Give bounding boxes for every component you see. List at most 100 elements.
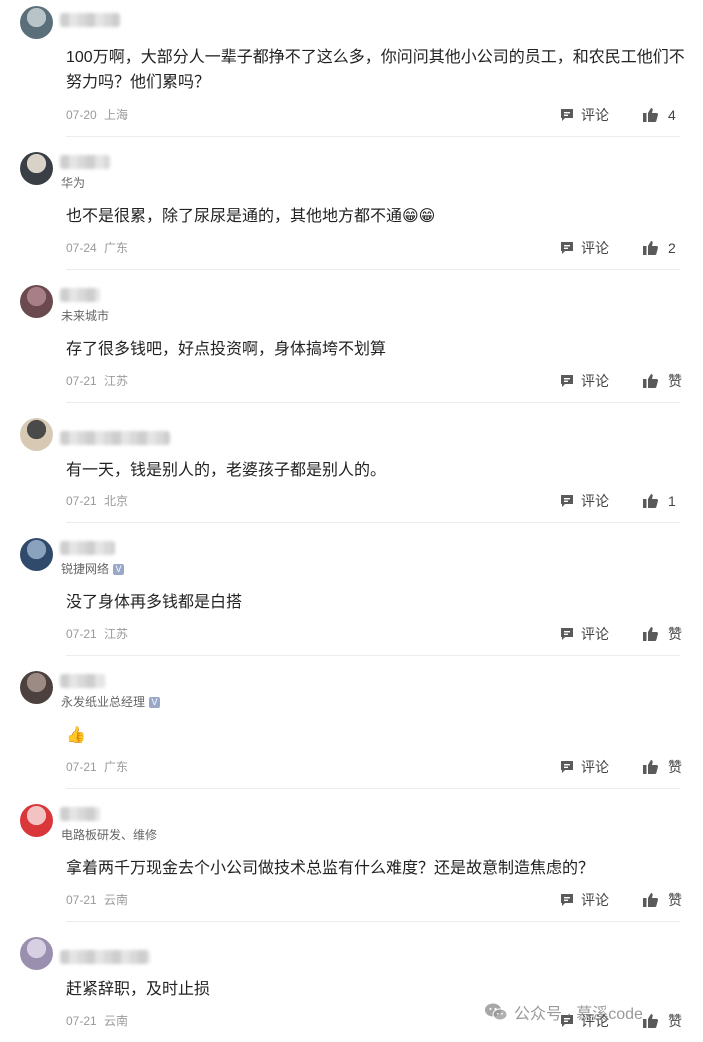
comment-meta: 07-20 上海 bbox=[66, 108, 128, 122]
reply-label: 评论 bbox=[581, 240, 609, 256]
comment-text: 有一天，钱是别人的，老婆孩子都是别人的。 bbox=[66, 462, 387, 479]
like-count: 赞 bbox=[668, 373, 682, 389]
comment-text: 也不是很累，除了尿尿是通的，其他地方都不通😁😁 bbox=[66, 208, 436, 225]
like-count: 1 bbox=[668, 493, 676, 509]
comment-location: 云南 bbox=[104, 1014, 129, 1028]
thumbs-up-icon bbox=[643, 241, 658, 255]
reply-button[interactable]: 评论 bbox=[559, 373, 609, 389]
username-blurred[interactable] bbox=[60, 541, 115, 555]
divider bbox=[66, 655, 680, 656]
like-button[interactable]: 赞 bbox=[642, 373, 682, 389]
avatar[interactable] bbox=[20, 937, 53, 970]
avatar[interactable] bbox=[20, 671, 53, 704]
subtitle-text: 永发纸业总经理 bbox=[61, 695, 146, 709]
comment-icon bbox=[561, 628, 573, 640]
thumbs-up-icon bbox=[643, 893, 658, 907]
like-count: 4 bbox=[668, 107, 676, 123]
comment-location: 北京 bbox=[104, 494, 129, 508]
reply-label: 评论 bbox=[581, 626, 609, 642]
divider bbox=[66, 522, 680, 523]
like-button[interactable]: 4 bbox=[642, 107, 676, 123]
like-button[interactable]: 赞 bbox=[642, 1013, 682, 1029]
reply-button[interactable]: 评论 bbox=[559, 626, 609, 642]
watermark-text: 公众号 · 慕溪code bbox=[514, 1006, 643, 1023]
comment-icon bbox=[561, 242, 573, 254]
subtitle-text: 电路板研发、维修 bbox=[61, 828, 158, 842]
comment-meta: 07-21 广东 bbox=[66, 760, 128, 774]
like-button[interactable]: 1 bbox=[642, 493, 676, 509]
comment-meta: 07-21 江苏 bbox=[66, 627, 128, 641]
comment-text: 赶紧辞职，及时止损 bbox=[66, 981, 211, 998]
divider bbox=[66, 921, 680, 922]
comment-icon bbox=[561, 894, 573, 906]
username-blurred[interactable] bbox=[60, 950, 150, 964]
comment-meta: 07-21 云南 bbox=[66, 893, 128, 907]
username-blurred[interactable] bbox=[60, 674, 105, 688]
avatar[interactable] bbox=[20, 418, 53, 451]
comment-date: 07-20 bbox=[66, 108, 97, 122]
comment-location: 广东 bbox=[104, 760, 129, 774]
comment-date: 07-24 bbox=[66, 241, 97, 255]
comment-icon bbox=[561, 495, 573, 507]
comment-text: 没了身体再多钱都是白搭 bbox=[66, 594, 243, 611]
like-button[interactable]: 赞 bbox=[642, 626, 682, 642]
comment-date: 07-21 bbox=[66, 494, 97, 508]
comment-date: 07-21 bbox=[66, 1014, 97, 1028]
comment-icon bbox=[561, 375, 573, 387]
thumbs-up-icon bbox=[643, 1014, 658, 1028]
comment-meta: 07-21 云南 bbox=[66, 1014, 128, 1028]
comment-date: 07-21 bbox=[66, 893, 97, 907]
avatar[interactable] bbox=[20, 804, 53, 837]
comment-location: 云南 bbox=[104, 893, 129, 907]
reply-button[interactable]: 评论 bbox=[559, 892, 609, 908]
avatar[interactable] bbox=[20, 6, 53, 39]
avatar[interactable] bbox=[20, 285, 53, 318]
like-count: 赞 bbox=[668, 759, 682, 775]
comment-meta: 07-21 北京 bbox=[66, 494, 128, 508]
comment-text: 存了很多钱吧，好点投资啊，身体搞垮不划算 bbox=[66, 341, 387, 358]
divider bbox=[66, 788, 680, 789]
username-blurred[interactable] bbox=[60, 13, 120, 27]
username-blurred[interactable] bbox=[60, 807, 100, 821]
avatar[interactable] bbox=[20, 152, 53, 185]
reply-label: 评论 bbox=[581, 892, 609, 908]
reply-button[interactable]: 评论 bbox=[559, 493, 609, 509]
comment-location: 广东 bbox=[104, 241, 129, 255]
avatar[interactable] bbox=[20, 538, 53, 571]
comment-date: 07-21 bbox=[66, 627, 97, 641]
comment-text: 拿着两千万现金去个小公司做技术总监有什么难度？还是故意制造焦虑的？ bbox=[66, 860, 595, 877]
comment-icon bbox=[561, 761, 573, 773]
reply-label: 评论 bbox=[581, 107, 609, 123]
comment-text: 100万啊，大部分人一辈子都挣不了这么多，你问问其他小公司的员工，和农民工他们不… bbox=[66, 49, 685, 91]
thumbs-up-icon bbox=[643, 494, 658, 508]
like-count: 2 bbox=[668, 240, 676, 256]
comment-date: 07-21 bbox=[66, 374, 97, 388]
username-blurred[interactable] bbox=[60, 431, 170, 445]
like-count: 赞 bbox=[668, 1013, 682, 1029]
comment-location: 江苏 bbox=[104, 627, 129, 641]
reply-button[interactable]: 评论 bbox=[559, 107, 609, 123]
like-button[interactable]: 赞 bbox=[642, 892, 682, 908]
subtitle-text: 未来城市 bbox=[61, 309, 110, 323]
user-subtitle: 永发纸业总经理 V bbox=[61, 695, 161, 709]
reply-button[interactable]: 评论 bbox=[559, 240, 609, 256]
thumbs-up-icon bbox=[643, 108, 658, 122]
username-blurred[interactable] bbox=[60, 288, 100, 302]
thumbs-up-icon bbox=[643, 760, 658, 774]
verified-badge-icon: V bbox=[113, 563, 125, 575]
user-subtitle: 未来城市 bbox=[61, 309, 109, 323]
divider bbox=[66, 136, 680, 137]
comment-location: 上海 bbox=[104, 108, 129, 122]
subtitle-text: 华为 bbox=[61, 176, 86, 190]
thumbs-up-icon bbox=[643, 627, 658, 641]
comment-text: 👍 bbox=[66, 727, 86, 744]
divider bbox=[66, 402, 680, 403]
reply-button[interactable]: 评论 bbox=[559, 759, 609, 775]
comment-meta: 07-21 江苏 bbox=[66, 374, 128, 388]
user-subtitle: 华为 bbox=[61, 176, 85, 190]
username-blurred[interactable] bbox=[60, 155, 110, 169]
like-button[interactable]: 赞 bbox=[642, 759, 682, 775]
reply-label: 评论 bbox=[581, 373, 609, 389]
wechat-icon bbox=[485, 1003, 508, 1021]
like-button[interactable]: 2 bbox=[642, 240, 676, 256]
